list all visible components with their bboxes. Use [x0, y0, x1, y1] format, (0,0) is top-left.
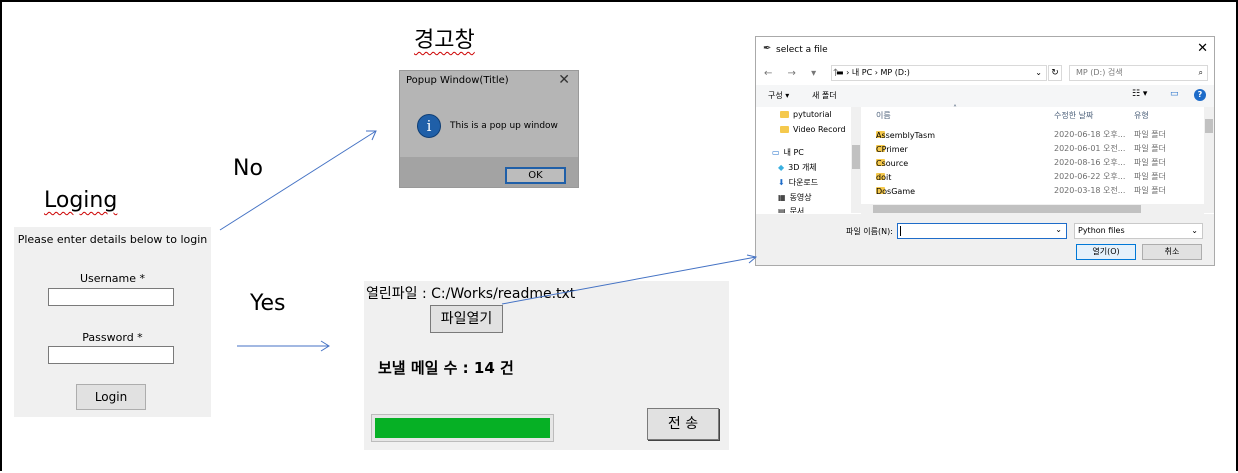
address-text: ▬ › 내 PC › MP (D:): [836, 68, 910, 77]
nav-item-video-record[interactable]: Video Record: [780, 125, 846, 134]
nav-item-3d-objects[interactable]: ◆ 3D 개체: [778, 162, 817, 173]
horizontal-scrollbar-thumb[interactable]: [873, 205, 1141, 213]
yes-label: Yes: [250, 291, 286, 316]
file-list-header: 이름 ˄ 수정한 날짜 유형: [869, 104, 1204, 123]
popup-heading: 경고창: [414, 28, 475, 53]
computer-icon: ▭: [772, 148, 780, 157]
arrowhead-yes: [320, 340, 330, 352]
popup-window: Popup Window(Title) ✕ i This is a pop up…: [399, 70, 579, 188]
dialog-bottom-bar: 파일 이름(N): ⌄ Python files ⌄ 열기(O) 취소: [756, 214, 1214, 265]
login-button[interactable]: Login: [76, 384, 146, 410]
file-list-scrollbar-thumb[interactable]: [1205, 119, 1213, 133]
search-input[interactable]: MP (D:) 검색 ⌕: [1069, 65, 1208, 81]
diagram-canvas: Loging 경고창 No Yes Please enter details b…: [0, 0, 1238, 471]
horizontal-scrollbar[interactable]: [861, 204, 1204, 214]
close-icon[interactable]: ✕: [558, 72, 570, 88]
login-intro: Please enter details below to login: [17, 233, 208, 246]
username-label: Username *: [79, 272, 146, 285]
refresh-icon[interactable]: ↻: [1048, 65, 1062, 81]
mail-count-label: 보낼 메일 수 : 14 건: [378, 359, 514, 377]
sort-up-icon: ˄: [953, 104, 957, 113]
open-file-button[interactable]: 파일열기: [430, 305, 503, 333]
file-dialog: ✒ select a file ✕ ← → ▾ ↑ ▬ › 내 PC › MP …: [755, 36, 1215, 266]
nav-item-videos[interactable]: ▦ 동영상: [778, 192, 812, 203]
column-type[interactable]: 유형: [1134, 110, 1149, 121]
address-bar[interactable]: ▬ › 내 PC › MP (D:) ⌄: [831, 65, 1047, 81]
file-row[interactable]: doit 2020-06-22 오후... 파일 폴더: [876, 169, 1206, 183]
view-options-icon[interactable]: ☷ ▾: [1132, 89, 1147, 99]
file-list-scrollbar[interactable]: [1204, 107, 1214, 213]
chevron-down-icon[interactable]: ⌄: [1055, 225, 1062, 234]
chevron-down-icon: ⌄: [1191, 226, 1198, 235]
nav-item-documents[interactable]: ▤ 문서: [778, 206, 804, 213]
password-label: Password *: [82, 331, 143, 344]
ok-button[interactable]: OK: [505, 167, 566, 184]
chevron-down-icon[interactable]: ⌄: [1035, 66, 1042, 80]
info-icon: i: [417, 114, 441, 138]
open-button[interactable]: 열기(O): [1076, 244, 1136, 260]
folder-icon: [780, 126, 789, 133]
nav-scrollbar-thumb[interactable]: [852, 145, 860, 169]
login-window: Please enter details below to login User…: [14, 227, 211, 417]
file-row[interactable]: Csource 2020-08-16 오후... 파일 폴더: [876, 155, 1206, 169]
dialog-toolbar: 구성 ▾ 새 폴더 ☷ ▾ ▭ ?: [756, 85, 1214, 107]
cancel-button[interactable]: 취소: [1142, 244, 1202, 260]
mail-window: 열린파일 : C:/Works/readme.txt 파일열기 보낼 메일 수 …: [364, 281, 729, 450]
username-input[interactable]: [48, 288, 174, 306]
nav-scrollbar[interactable]: [851, 107, 861, 213]
nav-item-downloads[interactable]: ⬇ 다운로드: [778, 177, 818, 188]
navigation-pane: pytutorial Video Record ▭ 내 PC ◆ 3D 개체 ⬇ 다운…: [756, 107, 861, 213]
feather-icon: ✒: [763, 43, 772, 54]
file-row[interactable]: DosGame 2020-03-18 오전... 파일 폴더: [876, 183, 1206, 197]
new-folder-button[interactable]: 새 폴더: [812, 90, 837, 101]
progress-fill: [375, 418, 550, 438]
column-name[interactable]: 이름: [876, 110, 891, 121]
dialog-title: select a file: [776, 45, 828, 55]
progress-bar: [371, 414, 554, 442]
download-icon: ⬇: [778, 178, 785, 187]
no-label: No: [233, 156, 263, 181]
filetype-select[interactable]: Python files ⌄: [1074, 223, 1203, 239]
send-button[interactable]: 전 송: [647, 408, 719, 440]
organize-button[interactable]: 구성 ▾: [768, 90, 789, 101]
nav-item-pytutorial[interactable]: pytutorial: [780, 110, 832, 119]
arrowhead-no: [366, 130, 377, 141]
popup-title: Popup Window(Title): [406, 75, 509, 86]
file-row[interactable]: CPrimer 2020-06-01 오전... 파일 폴더: [876, 141, 1206, 155]
popup-message: This is a pop up window: [450, 121, 558, 131]
nav-item-this-pc[interactable]: ▭ 내 PC: [772, 147, 804, 158]
filename-label: 파일 이름(N):: [846, 227, 893, 236]
opened-file-label: 열린파일 : C:/Works/readme.txt: [366, 286, 576, 302]
cube-icon: ◆: [778, 163, 785, 172]
filename-input[interactable]: ⌄: [897, 223, 1067, 239]
video-icon: ▦: [778, 193, 786, 202]
login-heading: Loging: [44, 188, 118, 213]
folder-icon: [780, 111, 789, 118]
password-input[interactable]: [48, 346, 174, 364]
document-icon: ▤: [778, 207, 786, 213]
file-row[interactable]: AssemblyTasm 2020-06-18 오후... 파일 폴더: [876, 127, 1206, 141]
help-icon[interactable]: ?: [1194, 89, 1206, 101]
preview-pane-icon[interactable]: ▭: [1170, 89, 1179, 99]
text-cursor: [900, 226, 901, 236]
close-icon[interactable]: ✕: [1197, 41, 1208, 56]
search-placeholder: MP (D:) 검색: [1076, 68, 1123, 77]
search-icon: ⌕: [1198, 68, 1203, 77]
column-date[interactable]: 수정한 날짜: [1054, 110, 1093, 121]
